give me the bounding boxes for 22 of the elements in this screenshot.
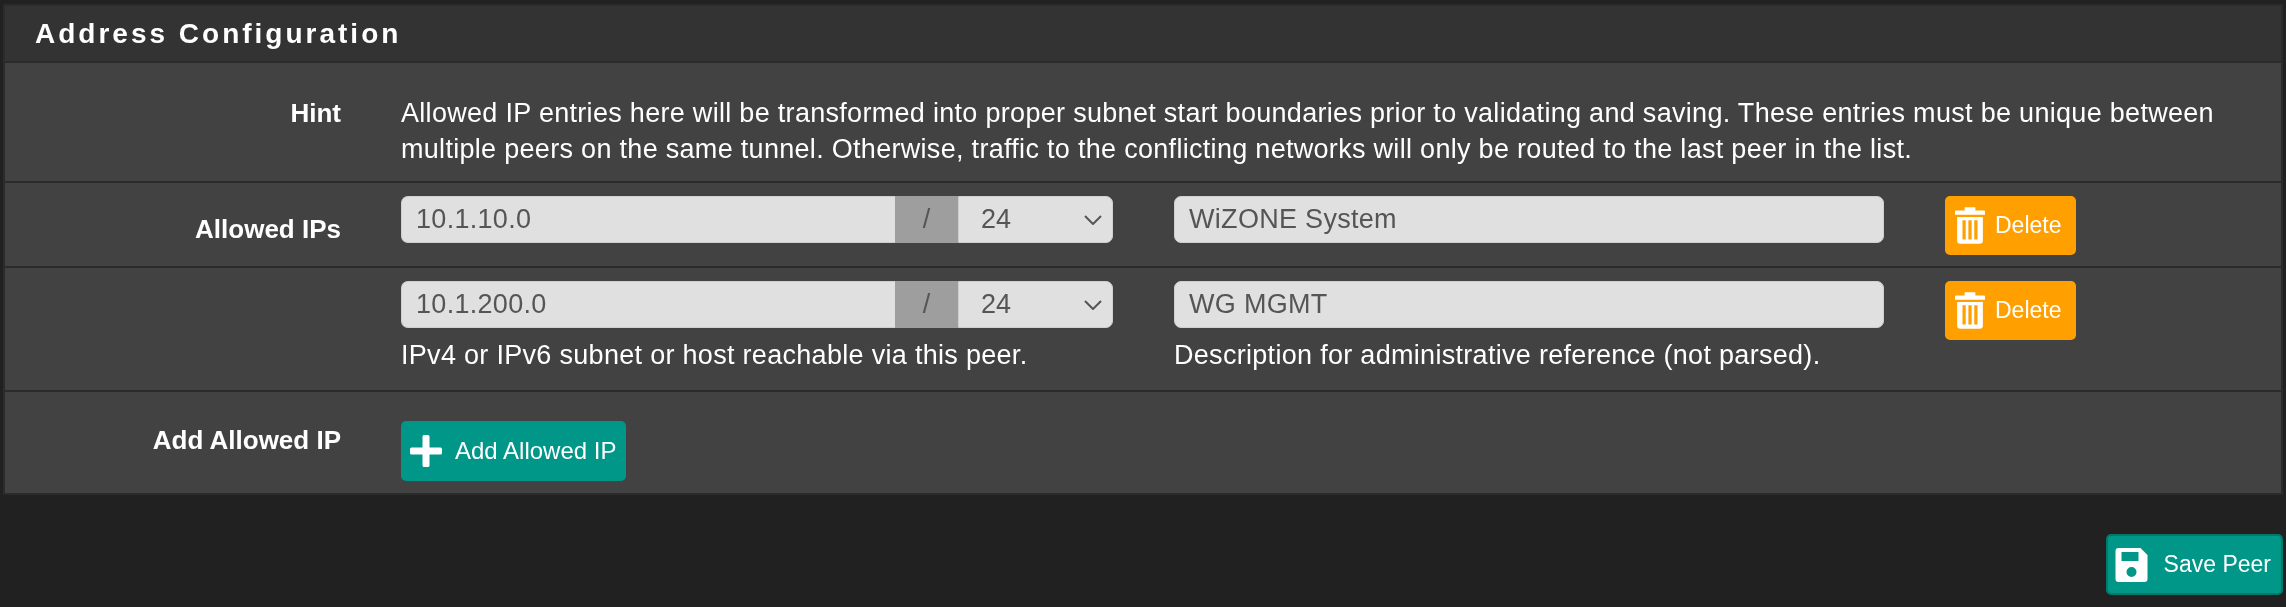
prefix-select[interactable]: 24: [958, 281, 1113, 328]
caret-icon: [1084, 214, 1102, 225]
hint-text: Allowed IP entries here will be transformed into proper subnet start boundaries prior to validating and saving. These entries must be unique between multiple peers on the same tunnel. Otherwise, traffic to the conflicting networks will only be routed to the last peer in the list.: [401, 97, 2215, 166]
add-allowed-ip-button[interactable]: Add Allowed IP: [401, 421, 627, 481]
field-label: Add Allowed IP: [152, 425, 341, 455]
panel-title: Address Configuration: [35, 17, 402, 50]
field-label: Hint: [290, 98, 341, 128]
help-text: Description for administrative reference (not parsed).: [1174, 340, 1822, 370]
address-input[interactable]: 10.1.200.0: [401, 281, 895, 328]
description-input[interactable]: WG MGMT: [1174, 281, 1884, 328]
prefix-separator: /: [895, 196, 958, 243]
address-input[interactable]: 10.1.10.0: [401, 196, 895, 243]
caret-icon: [1084, 299, 1102, 310]
trash-icon: [1955, 207, 1985, 244]
save-button[interactable]: Save Peer: [2105, 534, 2283, 595]
plus-icon: [410, 435, 442, 467]
help-text: IPv4 or IPv6 subnet or host reachable via this peer.: [401, 340, 1029, 370]
prefix-select[interactable]: 24: [958, 196, 1113, 243]
trash-icon: [1955, 292, 1985, 329]
description-input[interactable]: WiZONE System: [1174, 196, 1884, 243]
prefix-separator: /: [895, 281, 958, 328]
field-label: Allowed IPs: [195, 214, 341, 244]
